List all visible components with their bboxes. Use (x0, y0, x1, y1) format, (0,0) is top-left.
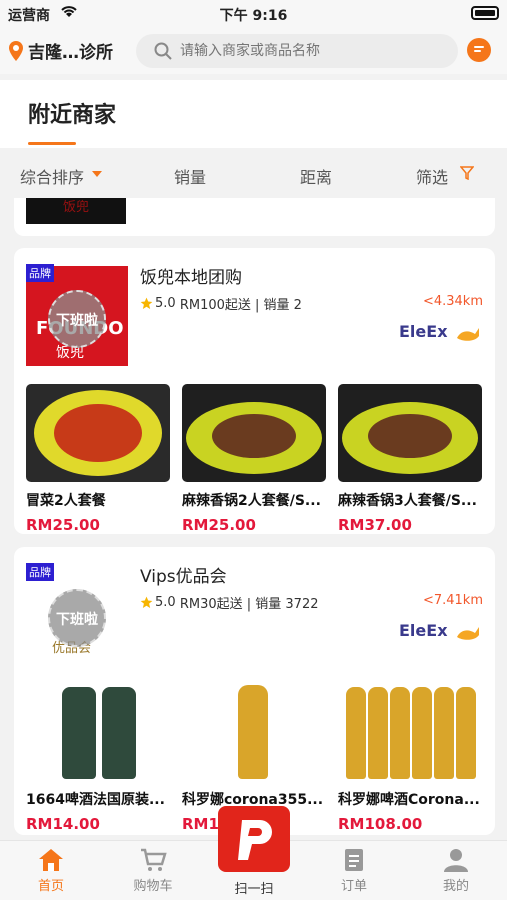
orders-icon (345, 849, 363, 871)
shop-minimum-sales: RM30起送 | 销量 3722 (179, 597, 319, 612)
page-header: 附近商家 (0, 80, 507, 148)
search-bar[interactable] (136, 34, 458, 68)
product-price: RM108.00 (338, 815, 423, 833)
shop-distance: <4.34km (422, 294, 483, 309)
product-name: 麻辣香锅2人套餐/S... (182, 493, 321, 509)
search-icon (154, 42, 172, 60)
profile-icon (444, 849, 468, 872)
tab-orders[interactable]: 订单 (319, 847, 389, 894)
sort-filter[interactable]: 筛选 (416, 164, 448, 188)
eleex-logo: EleEx (399, 621, 481, 645)
scan-label: 扫一扫 (234, 882, 274, 897)
scan-button[interactable] (218, 806, 290, 872)
status-bar: 运营商 下午 9:16 (0, 0, 507, 28)
shop-rating: 5.0 (155, 595, 176, 610)
home-icon (39, 849, 63, 871)
product-name: 麻辣香锅3人套餐/S... (338, 493, 477, 509)
star-icon (140, 297, 153, 310)
tab-mine[interactable]: 我的 (421, 847, 491, 894)
product-item[interactable]: 麻辣香锅2人套餐/S... RM25.00 (182, 384, 328, 534)
product-price: RM14.00 (26, 815, 100, 833)
search-input[interactable] (180, 40, 440, 62)
product-price: RM37.00 (338, 516, 412, 534)
tab-label: 购物车 (133, 879, 173, 894)
closed-stamp: 下班啦 (48, 290, 106, 348)
tab-label: 订单 (340, 879, 367, 894)
product-image (182, 683, 326, 781)
shop-distance: <7.41km (422, 593, 483, 608)
tab-cart[interactable]: 购物车 (118, 847, 188, 894)
filter-icon[interactable] (460, 166, 474, 180)
battery-icon (471, 6, 499, 20)
shop-minimum-sales: RM100起送 | 销量 2 (179, 298, 302, 313)
shop-card[interactable]: 优品会 下班啦 品牌 Vips优品会 5.0 RM30起送 | 销量 3722 … (14, 547, 495, 835)
closed-stamp: 下班啦 (48, 589, 106, 647)
shop-meta: 5.0 RM100起送 | 销量 2 (140, 294, 302, 313)
product-item[interactable]: 冒菜2人套餐 RM25.00 (26, 384, 172, 534)
product-name: 1664啤酒法国原装... (26, 792, 165, 808)
status-time: 下午 9:16 (219, 8, 288, 24)
caret-down-icon (92, 171, 102, 177)
shop-name: 饭兜本地团购 (140, 268, 242, 288)
shop-card[interactable]: FOUNDO 饭兜 下班啦 品牌 饭兜本地团购 5.0 RM100起送 | 销量… (14, 248, 495, 534)
product-name: 冒菜2人套餐 (26, 493, 106, 509)
rabbit-icon (457, 328, 479, 341)
scan-logo-icon (238, 820, 272, 860)
location-pin-icon (9, 40, 23, 61)
shop-name: Vips优品会 (140, 567, 227, 587)
sort-sales[interactable]: 销量 (174, 164, 206, 188)
product-price: RM25.00 (182, 516, 256, 534)
product-item[interactable]: 科罗娜啤酒Corona... RM108.00 (338, 683, 484, 833)
tab-label: 我的 (442, 879, 469, 894)
shop-logo: 饭兜 (26, 198, 126, 224)
product-item[interactable]: 麻辣香锅3人套餐/S... RM37.00 (338, 384, 484, 534)
product-price: RM25.00 (26, 516, 100, 534)
product-image (182, 384, 326, 482)
sort-distance[interactable]: 距离 (300, 164, 332, 188)
product-image (338, 683, 482, 781)
top-bar: 吉隆…诊所 (0, 28, 507, 74)
shop-card-partial[interactable]: 饭兜 (14, 198, 495, 236)
message-icon[interactable] (467, 38, 491, 62)
rabbit-icon (457, 627, 479, 640)
star-icon (140, 596, 153, 609)
tab-label: 首页 (37, 879, 64, 894)
sort-default[interactable]: 综合排序 (20, 164, 84, 188)
shop-meta: 5.0 RM30起送 | 销量 3722 (140, 593, 318, 612)
location-label: 吉隆…诊所 (28, 43, 113, 63)
cart-icon (141, 848, 167, 871)
product-image (338, 384, 482, 482)
location-selector[interactable]: 吉隆…诊所 (8, 38, 113, 63)
brand-badge: 品牌 (26, 264, 54, 282)
product-item[interactable]: 1664啤酒法国原装... RM14.00 (26, 683, 172, 833)
product-image (26, 384, 170, 482)
page-title: 附近商家 (28, 103, 117, 128)
tab-home[interactable]: 首页 (16, 847, 86, 894)
sort-bar: 综合排序 销量 距离 筛选 (0, 150, 507, 198)
product-name: 科罗娜啤酒Corona... (338, 792, 480, 808)
title-underline (28, 142, 76, 145)
product-image (26, 683, 170, 781)
eleex-logo: EleEx (399, 322, 481, 346)
shop-rating: 5.0 (155, 296, 176, 311)
brand-badge: 品牌 (26, 563, 54, 581)
